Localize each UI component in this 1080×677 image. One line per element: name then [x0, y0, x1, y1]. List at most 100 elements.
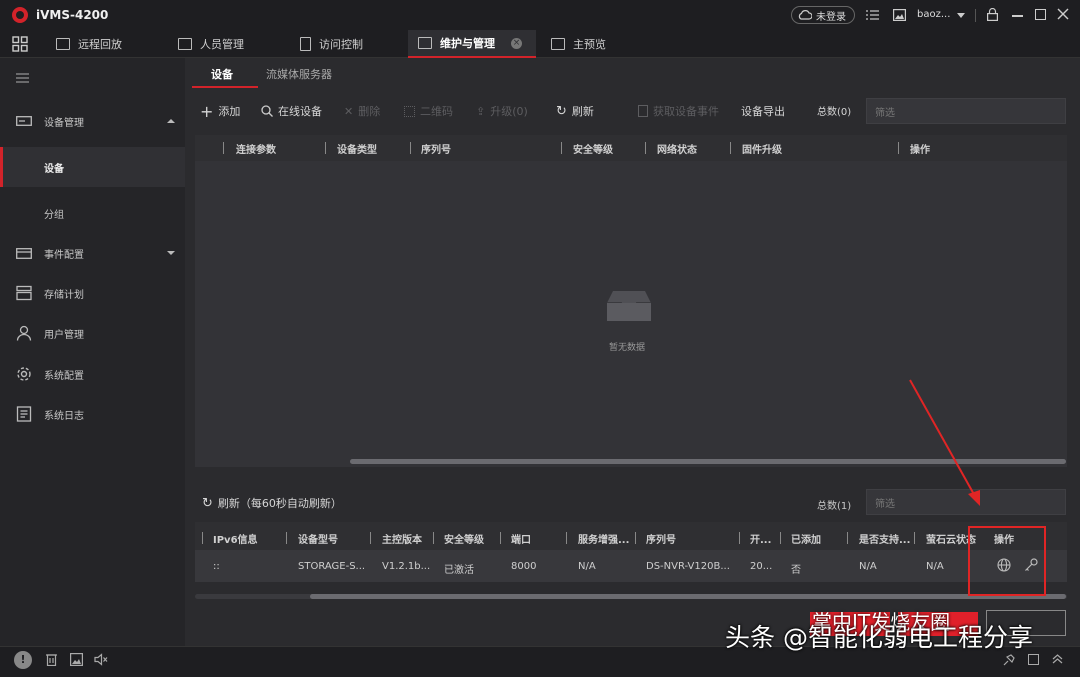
delete-button[interactable]: ✕ 删除: [344, 103, 380, 119]
empty-box-icon: [605, 289, 653, 323]
qrcode-label: 二维码: [420, 105, 453, 118]
filter-input[interactable]: 筛选: [866, 98, 1066, 124]
sidebar-item-system-log[interactable]: 系统日志: [0, 394, 185, 434]
photo-icon[interactable]: [70, 653, 83, 666]
subtab-device[interactable]: 设备: [211, 66, 233, 82]
device-export-button[interactable]: 设备导出: [741, 103, 785, 119]
sidebar-item-label: 设备: [44, 163, 64, 175]
close-icon[interactable]: [1057, 8, 1069, 20]
trash-icon[interactable]: [46, 653, 57, 666]
tab-maintenance[interactable]: 维护与管理 ×: [408, 30, 536, 58]
online-refresh-button[interactable]: ↻ 刷新（每60秒自动刷新）: [202, 495, 342, 511]
app-logo-icon: [12, 7, 28, 23]
divider: [975, 9, 976, 22]
column-header[interactable]: 网络状态: [657, 141, 697, 156]
subtab-stream-server[interactable]: 流媒体服务器: [266, 66, 332, 82]
tab-label: 维护与管理: [440, 37, 495, 50]
tab-remote-playback[interactable]: 远程回放: [56, 30, 122, 58]
sidebar-item-device[interactable]: 设备: [0, 147, 185, 187]
get-events-label: 获取设备事件: [653, 105, 719, 118]
empty-state-text: 暂无数据: [609, 343, 646, 353]
column-header[interactable]: 序列号: [421, 141, 451, 156]
qrcode-button[interactable]: 二维码: [404, 103, 453, 119]
search-icon: [261, 105, 273, 117]
column-header[interactable]: 序列号: [646, 531, 676, 546]
sidebar-item-label: 存储计划: [44, 289, 84, 301]
add-button[interactable]: + 添加: [200, 103, 240, 119]
maximize-icon[interactable]: [1035, 9, 1046, 20]
cell-ezviz-status: N/A: [926, 561, 944, 572]
tab-label: 人员管理: [200, 38, 244, 51]
user-dropdown-chevron-icon[interactable]: [957, 13, 965, 18]
column-header[interactable]: 主控版本: [382, 531, 422, 546]
sidebar-item-system-config[interactable]: 系统配置: [0, 354, 185, 394]
collapse-menu-icon[interactable]: [16, 73, 29, 83]
minimize-icon[interactable]: [1012, 15, 1023, 17]
scrollbar-thumb[interactable]: [310, 594, 1066, 599]
column-header[interactable]: 操作: [910, 141, 930, 156]
sidebar-item-label: 系统配置: [44, 370, 84, 382]
column-separator: [561, 142, 562, 154]
cell-added: 否: [791, 565, 801, 576]
login-status-button[interactable]: 未登录: [791, 6, 855, 24]
tab-access-control[interactable]: 访问控制: [300, 30, 363, 58]
login-status-label: 未登录: [816, 11, 846, 23]
mute-icon[interactable]: [94, 653, 108, 666]
column-separator: [500, 532, 501, 544]
column-separator: [325, 142, 326, 154]
list-icon[interactable]: [866, 9, 879, 21]
cell-model: STORAGE-S...: [298, 561, 366, 572]
qrcode-icon: [404, 105, 415, 117]
online-devices-label: 在线设备: [278, 105, 322, 118]
close-x-icon: ✕: [344, 104, 354, 118]
column-header[interactable]: 设备型号: [298, 531, 338, 546]
column-header[interactable]: 服务增强...: [578, 531, 629, 546]
column-header[interactable]: 端口: [511, 531, 531, 546]
sidebar-item-label: 用户管理: [44, 329, 84, 341]
chevron-up-double-icon[interactable]: [1052, 653, 1063, 665]
pin-icon[interactable]: [1003, 654, 1015, 666]
cell-port: 8000: [511, 561, 537, 572]
tab-person-management[interactable]: 人员管理: [178, 30, 244, 58]
column-separator: [898, 142, 899, 154]
column-separator: [566, 532, 567, 544]
column-separator: [410, 142, 411, 154]
tab-main-preview[interactable]: 主预览: [551, 30, 606, 58]
warning-icon[interactable]: !: [14, 651, 32, 669]
module-grid-icon[interactable]: [12, 30, 34, 58]
column-separator: [286, 532, 287, 544]
device-icon: [16, 116, 32, 126]
image-icon[interactable]: [893, 9, 906, 21]
door-icon: [300, 37, 311, 51]
column-header[interactable]: 安全等级: [444, 531, 484, 546]
online-devices-button[interactable]: 在线设备: [261, 103, 322, 119]
sidebar-item-group[interactable]: 分组: [0, 193, 185, 233]
column-header[interactable]: 已添加: [791, 531, 821, 546]
upload-icon: ⇪: [476, 104, 486, 118]
window-icon[interactable]: [1028, 654, 1039, 665]
lock-icon[interactable]: [987, 8, 998, 21]
cell-support: N/A: [859, 561, 877, 572]
column-separator: [645, 142, 646, 154]
column-header[interactable]: 设备类型: [337, 141, 377, 156]
tab-close-icon[interactable]: ×: [511, 37, 522, 49]
chevron-up-icon: [167, 119, 175, 123]
module-tab-bar: 远程回放 人员管理 访问控制 维护与管理 × 主预览: [0, 30, 1080, 58]
upgrade-button[interactable]: ⇪ 升级(0): [476, 103, 528, 119]
sidebar-item-device-management[interactable]: 设备管理: [0, 101, 185, 141]
sidebar-item-event-config[interactable]: 事件配置: [0, 233, 185, 273]
cell-ipv6: ::: [213, 561, 220, 572]
get-device-events-button[interactable]: 获取设备事件: [638, 103, 719, 119]
sidebar-item-storage-plan[interactable]: 存储计划: [0, 273, 185, 313]
user-name[interactable]: baoz...: [917, 9, 950, 20]
column-header[interactable]: 固件升级: [742, 141, 782, 156]
tab-label: 主预览: [573, 38, 606, 51]
column-header[interactable]: 是否支持...: [859, 531, 910, 546]
column-header[interactable]: 开...: [750, 531, 771, 546]
refresh-button[interactable]: ↻ 刷新: [556, 103, 594, 119]
column-header[interactable]: 安全等级: [573, 141, 613, 156]
column-header[interactable]: 连接参数: [236, 141, 276, 156]
sidebar-item-user-management[interactable]: 用户管理: [0, 313, 185, 353]
column-header[interactable]: IPv6信息: [213, 531, 258, 546]
online-total-count: 总数(1): [817, 501, 852, 512]
